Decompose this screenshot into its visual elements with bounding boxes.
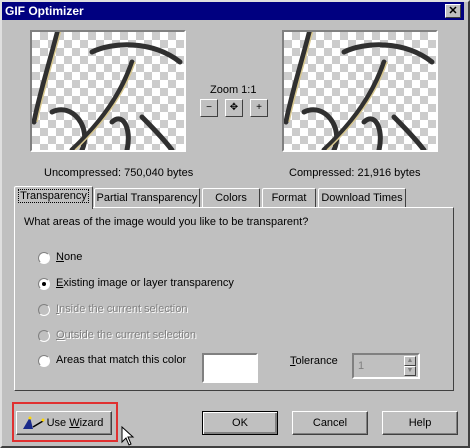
zoom-in-icon: + bbox=[256, 102, 262, 113]
radio-inside-selection bbox=[38, 304, 50, 316]
help-button[interactable]: Help bbox=[382, 411, 458, 435]
uncompressed-preview bbox=[30, 30, 186, 152]
script-text-image-right bbox=[284, 32, 435, 150]
radio-existing-transparency[interactable] bbox=[38, 278, 50, 290]
pan-icon: ✥ bbox=[229, 102, 239, 113]
match-color-swatch[interactable] bbox=[202, 353, 258, 383]
uncompressed-size-label: Uncompressed: 750,040 bytes bbox=[44, 167, 194, 179]
spin-down-icon: ▼ bbox=[404, 366, 416, 376]
radio-outside-selection bbox=[38, 330, 50, 342]
tolerance-spinbox: 1 ▲ ▼ bbox=[352, 353, 420, 379]
radio-none[interactable] bbox=[38, 252, 50, 264]
tab-download-times[interactable]: Download Times bbox=[318, 188, 406, 208]
transparency-question: What areas of the image would you like t… bbox=[24, 216, 309, 228]
mouse-pointer-icon bbox=[121, 426, 135, 446]
zoom-level-label: Zoom 1:1 bbox=[210, 84, 257, 96]
cancel-button[interactable]: Cancel bbox=[292, 411, 368, 435]
compressed-size-label: Compressed: 21,916 bytes bbox=[289, 167, 421, 179]
zoom-out-icon: − bbox=[206, 102, 212, 113]
zoom-out-button[interactable]: − bbox=[200, 99, 218, 117]
compressed-preview bbox=[282, 30, 438, 152]
script-text-image-left bbox=[32, 32, 183, 150]
window-title: GIF Optimizer bbox=[5, 4, 84, 18]
radio-selected-dot bbox=[42, 282, 46, 286]
wizard-wand-icon bbox=[23, 416, 45, 429]
tolerance-value: 1 bbox=[358, 360, 365, 372]
pan-button[interactable]: ✥ bbox=[225, 99, 243, 117]
zoom-in-button[interactable]: + bbox=[250, 99, 268, 117]
radio-match-color[interactable] bbox=[38, 355, 50, 367]
ok-button[interactable]: OK bbox=[202, 411, 278, 435]
tab-transparency[interactable]: Transparency bbox=[14, 186, 93, 209]
title-bar: GIF Optimizer ✕ bbox=[2, 2, 464, 20]
use-wizard-button[interactable]: Use Wizard bbox=[16, 411, 112, 435]
tolerance-label: Tolerance bbox=[290, 355, 338, 367]
spin-up-icon: ▲ bbox=[404, 356, 416, 366]
tab-colors[interactable]: Colors bbox=[202, 188, 260, 208]
tab-partial-transparency[interactable]: Partial Transparency bbox=[94, 188, 200, 208]
tab-format[interactable]: Format bbox=[262, 188, 316, 208]
close-button[interactable]: ✕ bbox=[445, 4, 461, 18]
